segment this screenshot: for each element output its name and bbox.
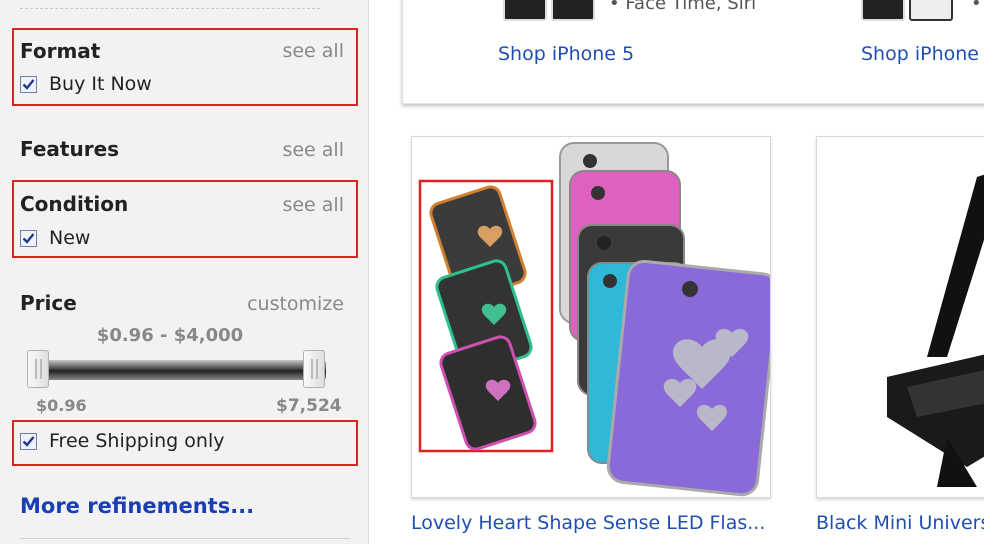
- free-shipping-filter[interactable]: Free Shipping only: [20, 430, 224, 452]
- feature-bullet-text: Face Time, Siri: [625, 0, 757, 14]
- price-slider-max-handle[interactable]: [303, 350, 325, 388]
- product-title-link[interactable]: Black Mini Univers: [816, 512, 984, 534]
- new-condition-filter[interactable]: New: [20, 227, 90, 249]
- shop-iphone5-link[interactable]: Shop iPhone 5: [498, 43, 634, 65]
- features-title: Features: [20, 137, 120, 161]
- product-card[interactable]: [816, 136, 984, 498]
- product-card[interactable]: [411, 136, 771, 498]
- iphone5-thumbnail: [503, 0, 547, 21]
- price-range-text: $0.96 - $4,000: [96, 325, 244, 346]
- shop-iphone-link[interactable]: Shop iPhone: [861, 43, 979, 65]
- price-slider-min-handle[interactable]: [27, 350, 49, 388]
- heart-led-case-image[interactable]: [412, 137, 770, 497]
- condition-see-all-link[interactable]: see all: [282, 194, 344, 216]
- new-condition-checkbox[interactable]: [20, 229, 37, 247]
- product-title-link[interactable]: Lovely Heart Shape Sense LED Flas...: [411, 512, 765, 534]
- iphone-promo-banner: • Face Time, Siri Shop iPhone 5 • Shop i…: [402, 0, 984, 104]
- condition-title: Condition: [20, 192, 129, 216]
- feature-bullet: • Face Time, Siri: [609, 0, 756, 14]
- feature-bullet-dot: •: [971, 0, 982, 14]
- mini-stand-image[interactable]: [817, 137, 984, 497]
- iphone-thumbnail: [909, 0, 953, 21]
- refinement-sidebar: Format see all Buy It Now Features see a…: [0, 0, 369, 544]
- buy-it-now-checkbox[interactable]: [20, 75, 37, 93]
- price-customize-link[interactable]: customize: [247, 293, 344, 315]
- checkmark-icon: [22, 435, 35, 447]
- sidebar-bottom-divider: [20, 538, 350, 539]
- format-title: Format: [20, 39, 101, 63]
- format-see-all-link[interactable]: see all: [282, 40, 344, 62]
- buy-it-now-filter[interactable]: Buy It Now: [20, 73, 152, 95]
- free-shipping-checkbox[interactable]: [20, 432, 37, 450]
- checkmark-icon: [22, 232, 35, 244]
- iphone5-thumbnail: [551, 0, 595, 21]
- iphone-thumbnail: [861, 0, 905, 21]
- price-title: Price: [20, 291, 77, 315]
- new-condition-label: New: [49, 227, 91, 249]
- sidebar-top-divider: [20, 8, 320, 9]
- price-max-label: $7,524: [276, 396, 342, 416]
- features-see-all-link[interactable]: see all: [282, 139, 344, 161]
- free-shipping-label: Free Shipping only: [49, 430, 225, 452]
- more-refinements-link[interactable]: More refinements...: [20, 494, 254, 518]
- checkmark-icon: [22, 78, 35, 90]
- price-slider-track[interactable]: [36, 360, 326, 380]
- price-min-label: $0.96: [36, 396, 87, 415]
- buy-it-now-label: Buy It Now: [49, 73, 152, 95]
